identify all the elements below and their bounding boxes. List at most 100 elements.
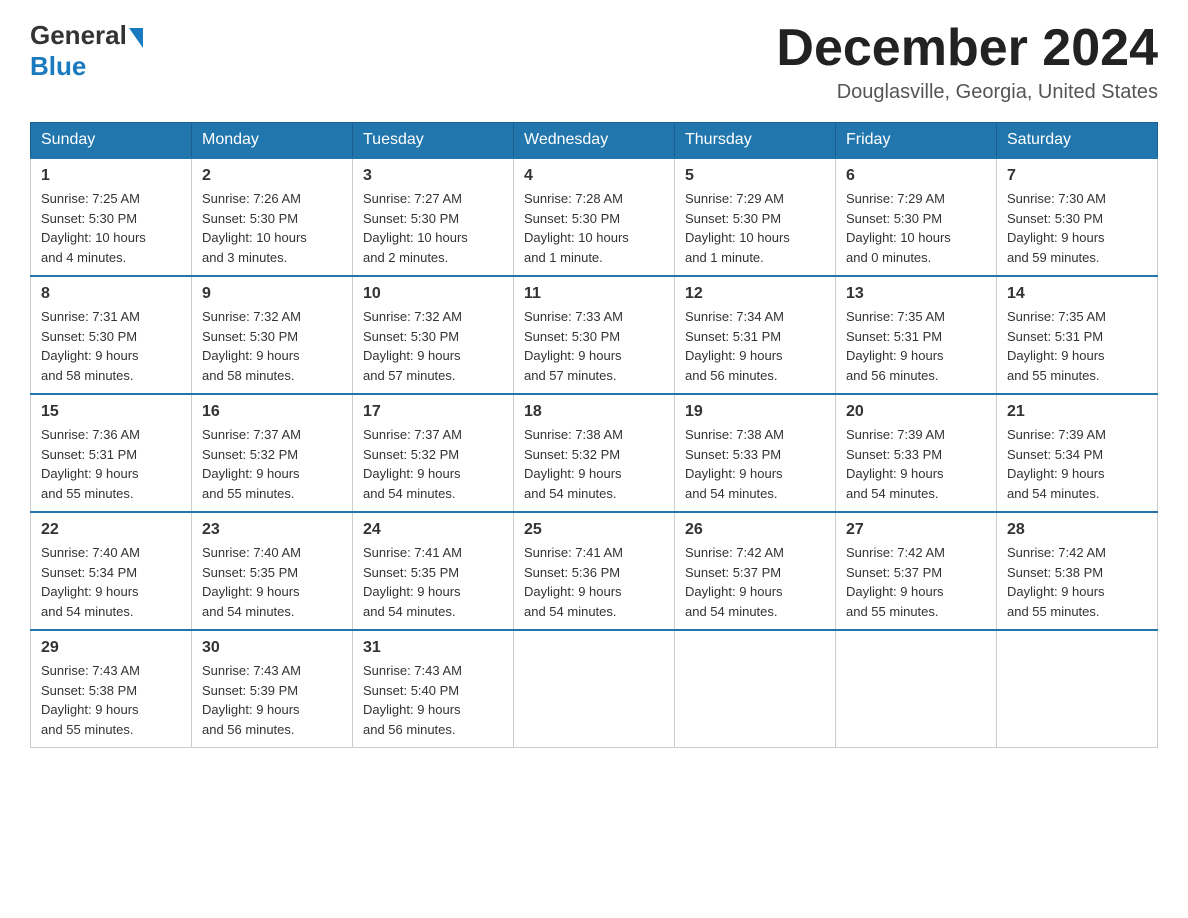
- day-cell-14: 14 Sunrise: 7:35 AMSunset: 5:31 PMDayligh…: [997, 276, 1158, 394]
- day-number: 18: [524, 403, 664, 421]
- day-number: 1: [41, 167, 181, 185]
- day-cell-25: 25Sunrise: 7:41 AMSunset: 5:36 PMDayligh…: [514, 512, 675, 630]
- day-cell-28: 28 Sunrise: 7:42 AMSunset: 5:38 PMDayligh…: [997, 512, 1158, 630]
- day-info: Sunrise: 7:43 AMSunset: 5:39 PMDaylight:…: [202, 661, 342, 739]
- day-info: Sunrise: 7:28 AMSunset: 5:30 PMDaylight:…: [524, 189, 664, 267]
- empty-cell: [675, 630, 836, 748]
- day-cell-17: 17Sunrise: 7:37 AMSunset: 5:32 PMDayligh…: [353, 394, 514, 512]
- day-info: Sunrise: 7:40 AMSunset: 5:35 PMDaylight:…: [202, 543, 342, 621]
- day-cell-5: 5Sunrise: 7:29 AMSunset: 5:30 PMDaylight…: [675, 158, 836, 276]
- logo-general-text: General: [30, 20, 127, 51]
- day-info: Sunrise: 7:43 AMSunset: 5:40 PMDaylight:…: [363, 661, 503, 739]
- day-info: Sunrise: 7:25 AMSunset: 5:30 PMDaylight:…: [41, 189, 181, 267]
- logo: General Blue: [30, 20, 143, 82]
- day-info: Sunrise: 7:33 AMSunset: 5:30 PMDaylight:…: [524, 307, 664, 385]
- empty-cell: [836, 630, 997, 748]
- day-cell-29: 29 Sunrise: 7:43 AMSunset: 5:38 PMDayligh…: [31, 630, 192, 748]
- day-info: Sunrise: 7:39 AMSunset: 5:33 PMDaylight:…: [846, 425, 986, 503]
- day-number: 20: [846, 403, 986, 421]
- day-info: Sunrise: 7:27 AMSunset: 5:30 PMDaylight:…: [363, 189, 503, 267]
- week-row-4: 22 Sunrise: 7:40 AMSunset: 5:34 PMDayligh…: [31, 512, 1158, 630]
- day-cell-11: 11 Sunrise: 7:33 AMSunset: 5:30 PMDayligh…: [514, 276, 675, 394]
- day-info: Sunrise: 7:29 AMSunset: 5:30 PMDaylight:…: [685, 189, 825, 267]
- day-info: Sunrise: 7:29 AMSunset: 5:30 PMDaylight:…: [846, 189, 986, 267]
- day-info: Sunrise: 7:39 AMSunset: 5:34 PMDaylight:…: [1007, 425, 1147, 503]
- page-header: General Blue December 2024 Douglasville,…: [30, 20, 1158, 104]
- day-info: Sunrise: 7:37 AMSunset: 5:32 PMDaylight:…: [202, 425, 342, 503]
- day-number: 14: [1007, 285, 1147, 303]
- day-cell-7: 7Sunrise: 7:30 AMSunset: 5:30 PMDaylight…: [997, 158, 1158, 276]
- day-number: 16: [202, 403, 342, 421]
- day-number: 26: [685, 521, 825, 539]
- day-number: 15: [41, 403, 181, 421]
- day-cell-20: 20 Sunrise: 7:39 AMSunset: 5:33 PMDayligh…: [836, 394, 997, 512]
- day-cell-24: 24Sunrise: 7:41 AMSunset: 5:35 PMDayligh…: [353, 512, 514, 630]
- day-cell-15: 15Sunrise: 7:36 AMSunset: 5:31 PMDayligh…: [31, 394, 192, 512]
- day-info: Sunrise: 7:38 AMSunset: 5:33 PMDaylight:…: [685, 425, 825, 503]
- day-cell-4: 4 Sunrise: 7:28 AMSunset: 5:30 PMDaylight…: [514, 158, 675, 276]
- day-cell-30: 30 Sunrise: 7:43 AMSunset: 5:39 PMDayligh…: [192, 630, 353, 748]
- day-cell-9: 9Sunrise: 7:32 AMSunset: 5:30 PMDaylight…: [192, 276, 353, 394]
- day-cell-12: 12Sunrise: 7:34 AMSunset: 5:31 PMDayligh…: [675, 276, 836, 394]
- day-info: Sunrise: 7:41 AMSunset: 5:36 PMDaylight:…: [524, 543, 664, 621]
- day-info: Sunrise: 7:30 AMSunset: 5:30 PMDaylight:…: [1007, 189, 1147, 267]
- day-cell-1: 1 Sunrise: 7:25 AMSunset: 5:30 PMDaylight…: [31, 158, 192, 276]
- week-row-3: 15Sunrise: 7:36 AMSunset: 5:31 PMDayligh…: [31, 394, 1158, 512]
- empty-cell: [514, 630, 675, 748]
- day-info: Sunrise: 7:35 AMSunset: 5:31 PMDaylight:…: [1007, 307, 1147, 385]
- day-number: 19: [685, 403, 825, 421]
- day-cell-21: 21 Sunrise: 7:39 AMSunset: 5:34 PMDayligh…: [997, 394, 1158, 512]
- day-info: Sunrise: 7:37 AMSunset: 5:32 PMDaylight:…: [363, 425, 503, 503]
- header-day-monday: Monday: [192, 123, 353, 159]
- month-title: December 2024: [776, 20, 1158, 77]
- day-info: Sunrise: 7:34 AMSunset: 5:31 PMDaylight:…: [685, 307, 825, 385]
- day-number: 28: [1007, 521, 1147, 539]
- day-cell-26: 26Sunrise: 7:42 AMSunset: 5:37 PMDayligh…: [675, 512, 836, 630]
- week-row-1: 1 Sunrise: 7:25 AMSunset: 5:30 PMDaylight…: [31, 158, 1158, 276]
- day-cell-6: 6 Sunrise: 7:29 AMSunset: 5:30 PMDaylight…: [836, 158, 997, 276]
- day-number: 29: [41, 639, 181, 657]
- day-cell-27: 27Sunrise: 7:42 AMSunset: 5:37 PMDayligh…: [836, 512, 997, 630]
- day-number: 3: [363, 167, 503, 185]
- logo-blue-text: Blue: [30, 51, 143, 82]
- day-number: 11: [524, 285, 664, 303]
- day-number: 13: [846, 285, 986, 303]
- day-number: 4: [524, 167, 664, 185]
- day-info: Sunrise: 7:40 AMSunset: 5:34 PMDaylight:…: [41, 543, 181, 621]
- day-info: Sunrise: 7:26 AMSunset: 5:30 PMDaylight:…: [202, 189, 342, 267]
- day-number: 23: [202, 521, 342, 539]
- day-number: 24: [363, 521, 503, 539]
- header-day-saturday: Saturday: [997, 123, 1158, 159]
- week-row-5: 29 Sunrise: 7:43 AMSunset: 5:38 PMDayligh…: [31, 630, 1158, 748]
- logo-triangle-icon: [129, 28, 143, 48]
- day-info: Sunrise: 7:32 AMSunset: 5:30 PMDaylight:…: [202, 307, 342, 385]
- calendar-table: SundayMondayTuesdayWednesdayThursdayFrid…: [30, 122, 1158, 748]
- header-day-tuesday: Tuesday: [353, 123, 514, 159]
- week-row-2: 8Sunrise: 7:31 AMSunset: 5:30 PMDaylight…: [31, 276, 1158, 394]
- day-cell-31: 31Sunrise: 7:43 AMSunset: 5:40 PMDayligh…: [353, 630, 514, 748]
- day-cell-13: 13 Sunrise: 7:35 AMSunset: 5:31 PMDayligh…: [836, 276, 997, 394]
- day-number: 30: [202, 639, 342, 657]
- day-number: 27: [846, 521, 986, 539]
- day-cell-19: 19 Sunrise: 7:38 AMSunset: 5:33 PMDayligh…: [675, 394, 836, 512]
- day-number: 22: [41, 521, 181, 539]
- day-number: 6: [846, 167, 986, 185]
- day-number: 21: [1007, 403, 1147, 421]
- day-cell-16: 16 Sunrise: 7:37 AMSunset: 5:32 PMDayligh…: [192, 394, 353, 512]
- day-info: Sunrise: 7:43 AMSunset: 5:38 PMDaylight:…: [41, 661, 181, 739]
- day-info: Sunrise: 7:35 AMSunset: 5:31 PMDaylight:…: [846, 307, 986, 385]
- title-section: December 2024 Douglasville, Georgia, Uni…: [776, 20, 1158, 104]
- header-day-sunday: Sunday: [31, 123, 192, 159]
- day-cell-3: 3 Sunrise: 7:27 AMSunset: 5:30 PMDaylight…: [353, 158, 514, 276]
- day-number: 8: [41, 285, 181, 303]
- day-info: Sunrise: 7:42 AMSunset: 5:38 PMDaylight:…: [1007, 543, 1147, 621]
- day-number: 10: [363, 285, 503, 303]
- day-info: Sunrise: 7:32 AMSunset: 5:30 PMDaylight:…: [363, 307, 503, 385]
- day-number: 2: [202, 167, 342, 185]
- day-cell-8: 8Sunrise: 7:31 AMSunset: 5:30 PMDaylight…: [31, 276, 192, 394]
- empty-cell: [997, 630, 1158, 748]
- day-cell-22: 22 Sunrise: 7:40 AMSunset: 5:34 PMDayligh…: [31, 512, 192, 630]
- day-info: Sunrise: 7:38 AMSunset: 5:32 PMDaylight:…: [524, 425, 664, 503]
- day-cell-2: 2 Sunrise: 7:26 AMSunset: 5:30 PMDaylight…: [192, 158, 353, 276]
- header-row: SundayMondayTuesdayWednesdayThursdayFrid…: [31, 123, 1158, 159]
